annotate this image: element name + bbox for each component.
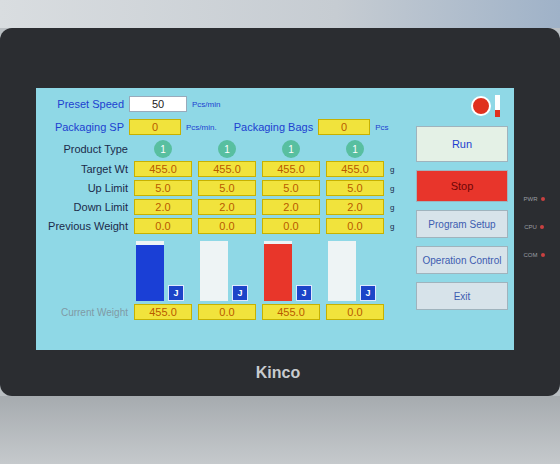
background	[0, 0, 560, 28]
value-field[interactable]: 455.0	[262, 161, 320, 177]
value-field[interactable]: 0.0	[134, 218, 192, 234]
product-type-badge[interactable]: 1	[218, 140, 236, 158]
weight-lane: J	[198, 237, 256, 301]
row-label: Previous Weight	[42, 220, 128, 232]
row-label: Up Limit	[42, 182, 128, 194]
value-field[interactable]: 455.0	[134, 161, 192, 177]
jog-button[interactable]: J	[296, 285, 312, 301]
current-weight-field: 455.0	[134, 304, 192, 320]
value-field[interactable]: 2.0	[326, 199, 384, 215]
preset-speed-unit: Pcs/min	[192, 100, 220, 109]
control-panel: Run Stop Program Setup Operation Control Exi…	[416, 94, 508, 344]
level-meter	[495, 95, 500, 117]
status-lamp-icon	[471, 96, 491, 116]
touch-screen: Preset Speed 50 Pcs/min Packaging SP 0 P…	[36, 88, 514, 350]
value-field[interactable]: 5.0	[198, 180, 256, 196]
product-type-cell: 1	[326, 140, 384, 158]
nav-button[interactable]: Program Setup	[416, 210, 508, 238]
preset-speed-field[interactable]: 50	[129, 96, 187, 112]
jog-button[interactable]: J	[232, 285, 248, 301]
packaging-sp-field: 0	[129, 119, 181, 135]
unit-label: g	[390, 222, 400, 231]
value-field[interactable]: 455.0	[326, 161, 384, 177]
value-field[interactable]: 2.0	[198, 199, 256, 215]
led-dot-icon	[541, 197, 545, 201]
stop-button[interactable]: Stop	[416, 170, 508, 202]
status-led: PWR	[524, 196, 545, 202]
main-panel: Preset Speed 50 Pcs/min Packaging SP 0 P…	[42, 94, 406, 344]
unit-label: g	[390, 184, 400, 193]
row-label: Target Wt	[42, 163, 128, 175]
product-type-cell: 1	[134, 140, 192, 158]
nav-button[interactable]: Exit	[416, 282, 508, 310]
current-weight-field: 0.0	[198, 304, 256, 320]
current-weight-label: Current Weight	[42, 307, 128, 318]
packaging-row: Packaging SP 0 Pcs/min. Packaging Bags 0…	[42, 117, 406, 137]
weight-bar	[264, 244, 292, 301]
jog-button[interactable]: J	[168, 285, 184, 301]
led-dot-icon	[541, 253, 545, 257]
packaging-bags-unit: Pcs	[375, 123, 388, 132]
level-meter-fill	[495, 110, 500, 117]
packaging-bags-field: 0	[318, 119, 370, 135]
weight-lane: J	[262, 237, 320, 301]
value-field[interactable]: 5.0	[326, 180, 384, 196]
nav-button[interactable]: Operation Control	[416, 246, 508, 274]
value-field[interactable]: 0.0	[198, 218, 256, 234]
weight-bar-track	[136, 241, 164, 301]
hmi-bezel: Preset Speed 50 Pcs/min Packaging SP 0 P…	[0, 28, 560, 396]
value-field[interactable]: 0.0	[262, 218, 320, 234]
row-label: Down Limit	[42, 201, 128, 213]
hmi-photo: Preset Speed 50 Pcs/min Packaging SP 0 P…	[0, 0, 560, 464]
weight-lane: J	[134, 237, 192, 301]
product-type-label: Product Type	[42, 143, 128, 155]
weight-bar-track	[328, 241, 356, 301]
status-led: CPU	[524, 224, 544, 230]
product-type-cell: 1	[198, 140, 256, 158]
weight-lane: J	[326, 237, 384, 301]
brand-logo: Kinco	[36, 350, 560, 396]
product-type-badge[interactable]: 1	[346, 140, 364, 158]
value-field[interactable]: 455.0	[198, 161, 256, 177]
current-weight-field: 0.0	[326, 304, 384, 320]
run-button[interactable]: Run	[416, 126, 508, 162]
status-led: COM	[524, 252, 545, 258]
preset-speed-row: Preset Speed 50 Pcs/min	[42, 94, 406, 114]
packaging-sp-label: Packaging SP	[42, 121, 124, 133]
product-type-badge[interactable]: 1	[154, 140, 172, 158]
jog-button[interactable]: J	[360, 285, 376, 301]
product-type-cell: 1	[262, 140, 320, 158]
value-field[interactable]: 0.0	[326, 218, 384, 234]
unit-label: g	[390, 165, 400, 174]
status-indicator	[416, 94, 508, 118]
preset-speed-label: Preset Speed	[42, 98, 124, 110]
packaging-sp-unit: Pcs/min.	[186, 123, 217, 132]
unit-label: g	[390, 203, 400, 212]
value-field[interactable]: 2.0	[134, 199, 192, 215]
product-type-badge[interactable]: 1	[282, 140, 300, 158]
weight-bar	[136, 245, 164, 301]
value-field[interactable]: 5.0	[262, 180, 320, 196]
stainless-housing	[0, 396, 560, 464]
value-field[interactable]: 5.0	[134, 180, 192, 196]
weight-bar-track	[264, 241, 292, 301]
led-panel: PWR CPU COM	[514, 88, 554, 350]
weight-bar-track	[200, 241, 228, 301]
value-field[interactable]: 2.0	[262, 199, 320, 215]
lane-table: Product Type 1 1 1 1 Target Wt 455.0 455.0 45…	[42, 140, 406, 320]
led-dot-icon	[540, 225, 544, 229]
current-weight-field: 455.0	[262, 304, 320, 320]
packaging-bags-label: Packaging Bags	[234, 121, 314, 133]
